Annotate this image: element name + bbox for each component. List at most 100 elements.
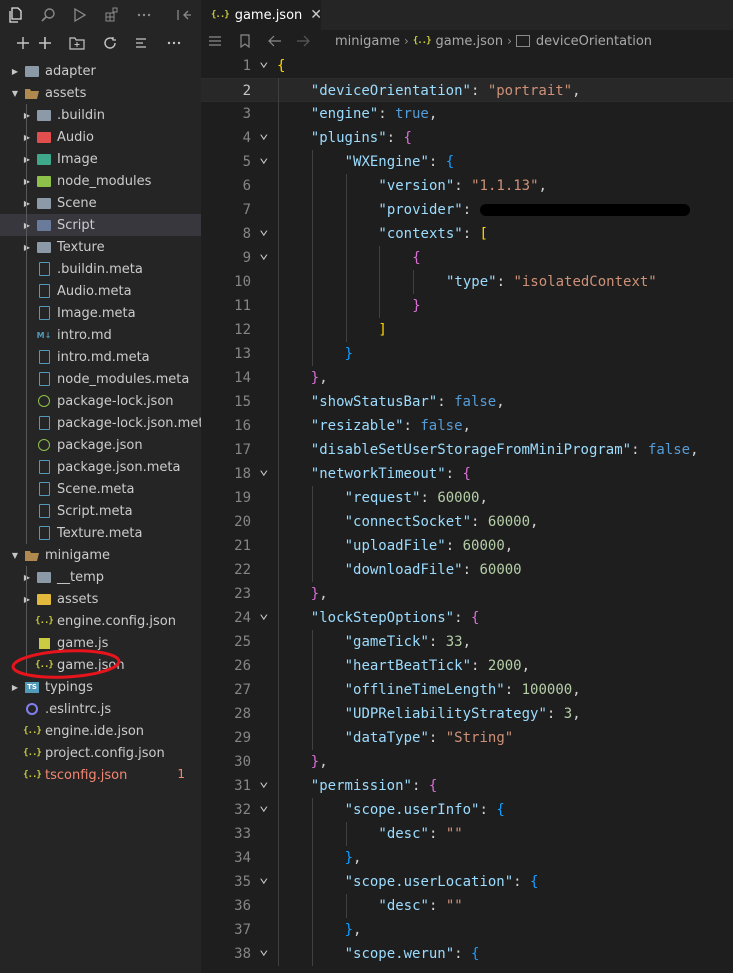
tree-item[interactable]: package.json.meta bbox=[0, 456, 201, 478]
tree-item[interactable]: {..} engine.ide.json bbox=[0, 720, 201, 742]
search-icon[interactable] bbox=[38, 5, 58, 25]
tree-item[interactable]: ▶ node_modules bbox=[0, 170, 201, 192]
fold-chevron-icon[interactable]: ⌄ bbox=[259, 769, 269, 793]
code-line[interactable]: 17 "disableSetUserStorageFromMiniProgram"… bbox=[201, 438, 733, 462]
code-line[interactable]: 38 ⌄ "scope.werun": { bbox=[201, 939, 733, 966]
tree-item[interactable]: Audio.meta bbox=[0, 280, 201, 302]
code-line[interactable]: 23}, bbox=[201, 582, 733, 606]
more-icon[interactable] bbox=[134, 5, 154, 25]
fold-chevron-icon[interactable]: ⌄ bbox=[259, 601, 269, 625]
code-line[interactable]: 19 "request": 60000, bbox=[201, 486, 733, 510]
code-line[interactable]: 7 "provider": bbox=[201, 198, 733, 222]
tree-item[interactable]: ▶ Texture bbox=[0, 236, 201, 258]
tree-item[interactable]: Script.meta bbox=[0, 500, 201, 522]
tree-item[interactable]: {..} project.config.json bbox=[0, 742, 201, 764]
code-line[interactable]: 15 "showStatusBar": false, bbox=[201, 390, 733, 414]
code-line[interactable]: 10 "type": "isolatedContext" bbox=[201, 270, 733, 294]
code-line[interactable]: 14}, bbox=[201, 366, 733, 390]
tree-item[interactable]: {..} game.json bbox=[0, 654, 201, 676]
tree-item[interactable]: package-lock.json.meta bbox=[0, 412, 201, 434]
code-line[interactable]: 9 ⌄ { bbox=[201, 243, 733, 270]
tree-item[interactable]: {..} engine.config.json bbox=[0, 610, 201, 632]
tree-item[interactable]: node_modules.meta bbox=[0, 368, 201, 390]
code-line[interactable]: 34}, bbox=[201, 846, 733, 870]
code-line[interactable]: 29 "dataType": "String" bbox=[201, 726, 733, 750]
code-line[interactable]: 3 "engine": true, bbox=[201, 102, 733, 126]
breadcrumb-file[interactable]: game.json bbox=[436, 34, 504, 49]
code-line[interactable]: 30}, bbox=[201, 750, 733, 774]
code-line[interactable]: 13} bbox=[201, 342, 733, 366]
refresh-icon[interactable] bbox=[101, 34, 119, 52]
code-line[interactable]: 20 "connectSocket": 60000, bbox=[201, 510, 733, 534]
code-line[interactable]: 31 ⌄ "permission": { bbox=[201, 771, 733, 798]
tree-item[interactable]: package-lock.json bbox=[0, 390, 201, 412]
back-arrow-icon[interactable] bbox=[267, 33, 283, 49]
code-line[interactable]: 28 "UDPReliabilityStrategy": 3, bbox=[201, 702, 733, 726]
tree-item[interactable]: .buildin.meta bbox=[0, 258, 201, 280]
breadcrumb-symbol[interactable]: deviceOrientation bbox=[536, 34, 652, 49]
fold-chevron-icon[interactable]: ⌄ bbox=[259, 217, 269, 241]
tree-item[interactable]: {..} tsconfig.json 1 bbox=[0, 764, 201, 786]
fold-chevron-icon[interactable]: ⌄ bbox=[259, 241, 269, 265]
code-line[interactable]: 37}, bbox=[201, 918, 733, 942]
tree-item[interactable]: ▶ adapter bbox=[0, 60, 201, 82]
code-line[interactable]: 8 ⌄ "contexts": [ bbox=[201, 219, 733, 246]
code-line[interactable]: 26 "heartBeatTick": 2000, bbox=[201, 654, 733, 678]
tree-item[interactable]: ▼ minigame bbox=[0, 544, 201, 566]
tree-item[interactable]: ▶ __temp bbox=[0, 566, 201, 588]
tree-item[interactable]: ▶ Scene bbox=[0, 192, 201, 214]
code-line[interactable]: 27 "offlineTimeLength": 100000, bbox=[201, 678, 733, 702]
new-folder-icon[interactable] bbox=[68, 34, 86, 52]
tree-item[interactable]: package.json bbox=[0, 434, 201, 456]
code-line[interactable]: 33 "desc": "" bbox=[201, 822, 733, 846]
code-line[interactable]: 1 ⌄ { bbox=[201, 51, 733, 78]
tree-item[interactable]: ▶ .buildin bbox=[0, 104, 201, 126]
code-line[interactable]: 24 ⌄ "lockStepOptions": { bbox=[201, 603, 733, 630]
fold-chevron-icon[interactable]: ⌄ bbox=[259, 49, 269, 73]
tree-item[interactable]: ▶ Audio bbox=[0, 126, 201, 148]
code-line[interactable]: 16 "resizable": false, bbox=[201, 414, 733, 438]
code-line[interactable]: 35 ⌄ "scope.userLocation": { bbox=[201, 867, 733, 894]
code-line[interactable]: 2 "deviceOrientation": "portrait", bbox=[201, 78, 733, 102]
code-line[interactable]: 32 ⌄ "scope.userInfo": { bbox=[201, 795, 733, 822]
tab-game-json[interactable]: {..} game.json ✕ bbox=[201, 0, 322, 30]
debug-icon[interactable] bbox=[70, 5, 90, 25]
tree-item[interactable]: Image.meta bbox=[0, 302, 201, 324]
fold-chevron-icon[interactable]: ⌄ bbox=[259, 865, 269, 889]
code-line[interactable]: 25 "gameTick": 33, bbox=[201, 630, 733, 654]
tree-item[interactable]: ▶ assets bbox=[0, 588, 201, 610]
tree-item[interactable]: intro.md.meta bbox=[0, 346, 201, 368]
code-line[interactable]: 36 "desc": "" bbox=[201, 894, 733, 918]
fold-chevron-icon[interactable]: ⌄ bbox=[259, 937, 269, 961]
tree-item[interactable]: ▼ assets bbox=[0, 82, 201, 104]
tree-item[interactable]: Texture.meta bbox=[0, 522, 201, 544]
code-line[interactable]: 11} bbox=[201, 294, 733, 318]
fold-chevron-icon[interactable]: ⌄ bbox=[259, 145, 269, 169]
code-area[interactable]: 1 ⌄{2 "deviceOrientation": "portrait", 3 "en… bbox=[201, 51, 733, 973]
forward-arrow-icon[interactable] bbox=[295, 33, 311, 49]
tree-item[interactable]: .eslintrc.js bbox=[0, 698, 201, 720]
fold-chevron-icon[interactable]: ⌄ bbox=[259, 457, 269, 481]
add-icon[interactable] bbox=[36, 34, 54, 52]
tree-item[interactable]: ▶ TS typings bbox=[0, 676, 201, 698]
fold-chevron-icon[interactable]: ⌄ bbox=[259, 793, 269, 817]
collapse-panel-icon[interactable] bbox=[174, 5, 194, 25]
tree-item[interactable]: M↓ intro.md bbox=[0, 324, 201, 346]
tree-item[interactable]: ▶ Script bbox=[0, 214, 201, 236]
explorer-icon[interactable] bbox=[6, 5, 26, 25]
code-line[interactable]: 6 "version": "1.1.13", bbox=[201, 174, 733, 198]
code-line[interactable]: 22 "downloadFile": 60000 bbox=[201, 558, 733, 582]
breadcrumb-folder[interactable]: minigame bbox=[335, 34, 400, 49]
code-line[interactable]: 5 ⌄ "WXEngine": { bbox=[201, 147, 733, 174]
list-icon[interactable] bbox=[207, 33, 223, 49]
code-line[interactable]: 12] bbox=[201, 318, 733, 342]
fold-chevron-icon[interactable]: ⌄ bbox=[259, 121, 269, 145]
code-line[interactable]: 21 "uploadFile": 60000, bbox=[201, 534, 733, 558]
tree-item[interactable]: Scene.meta bbox=[0, 478, 201, 500]
more-actions-icon[interactable] bbox=[165, 34, 183, 52]
code-line[interactable]: 4 ⌄ "plugins": { bbox=[201, 123, 733, 150]
tree-item[interactable]: ▶ Image bbox=[0, 148, 201, 170]
new-file-icon[interactable] bbox=[14, 34, 32, 52]
bookmark-icon[interactable] bbox=[237, 33, 253, 49]
code-line[interactable]: 18 ⌄ "networkTimeout": { bbox=[201, 459, 733, 486]
